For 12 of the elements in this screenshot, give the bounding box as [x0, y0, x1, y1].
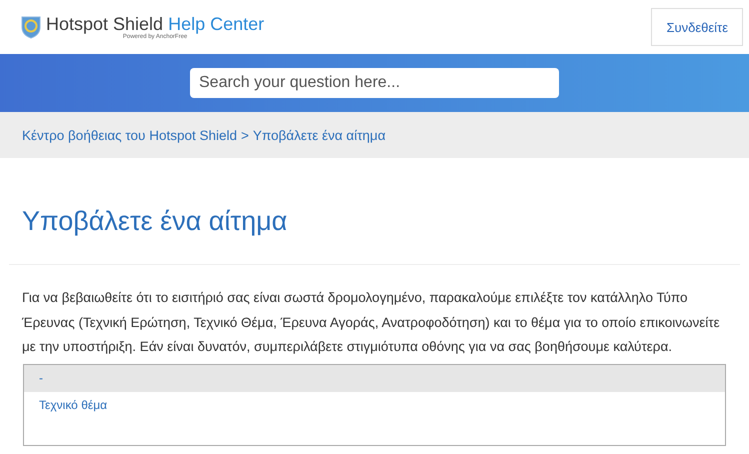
shield-icon: [20, 15, 42, 39]
breadcrumb-link[interactable]: Κέντρο βοήθειας του Hotspot Shield: [22, 128, 237, 142]
page-title: Υποβάλετε ένα αίτημα: [21, 205, 288, 238]
search-field[interactable]: Search your question here...: [190, 68, 559, 98]
breadcrumb-link[interactable]: Υποβάλετε ένα αίτημα: [252, 128, 386, 142]
intro-paragraph: Για να βεβαιωθείτε ότι το εισιτήριό σας είναι σωστά δρομολογημένο, παρακαλούμε επιλέξτε τον κατάλληλο Τύπο Έρευνας (Τεχνική Ερώτηση, Τεχνικό Θέμα, Έρευνα Αγοράς, Ανατροφοδότηση) και το θέμα για το οποίο επικοινωνείτε με την υποστήριξη. Εάν είναι δυνατόν, συμπεριλάβετε στιγμιότυπα οθόνης για να σας βοηθήσουμε καλύτερα.: [21, 289, 721, 356]
list-option[interactable]: -: [24, 364, 725, 392]
list-option[interactable]: Τεχνικό θέμα: [24, 392, 725, 418]
sign-in-button[interactable]: Συνδεθείτε: [651, 8, 743, 46]
brand-name: Hotspot Shield: [46, 14, 164, 34]
product-name: Help Center: [168, 14, 264, 34]
breadcrumb-separator: >: [241, 128, 249, 142]
